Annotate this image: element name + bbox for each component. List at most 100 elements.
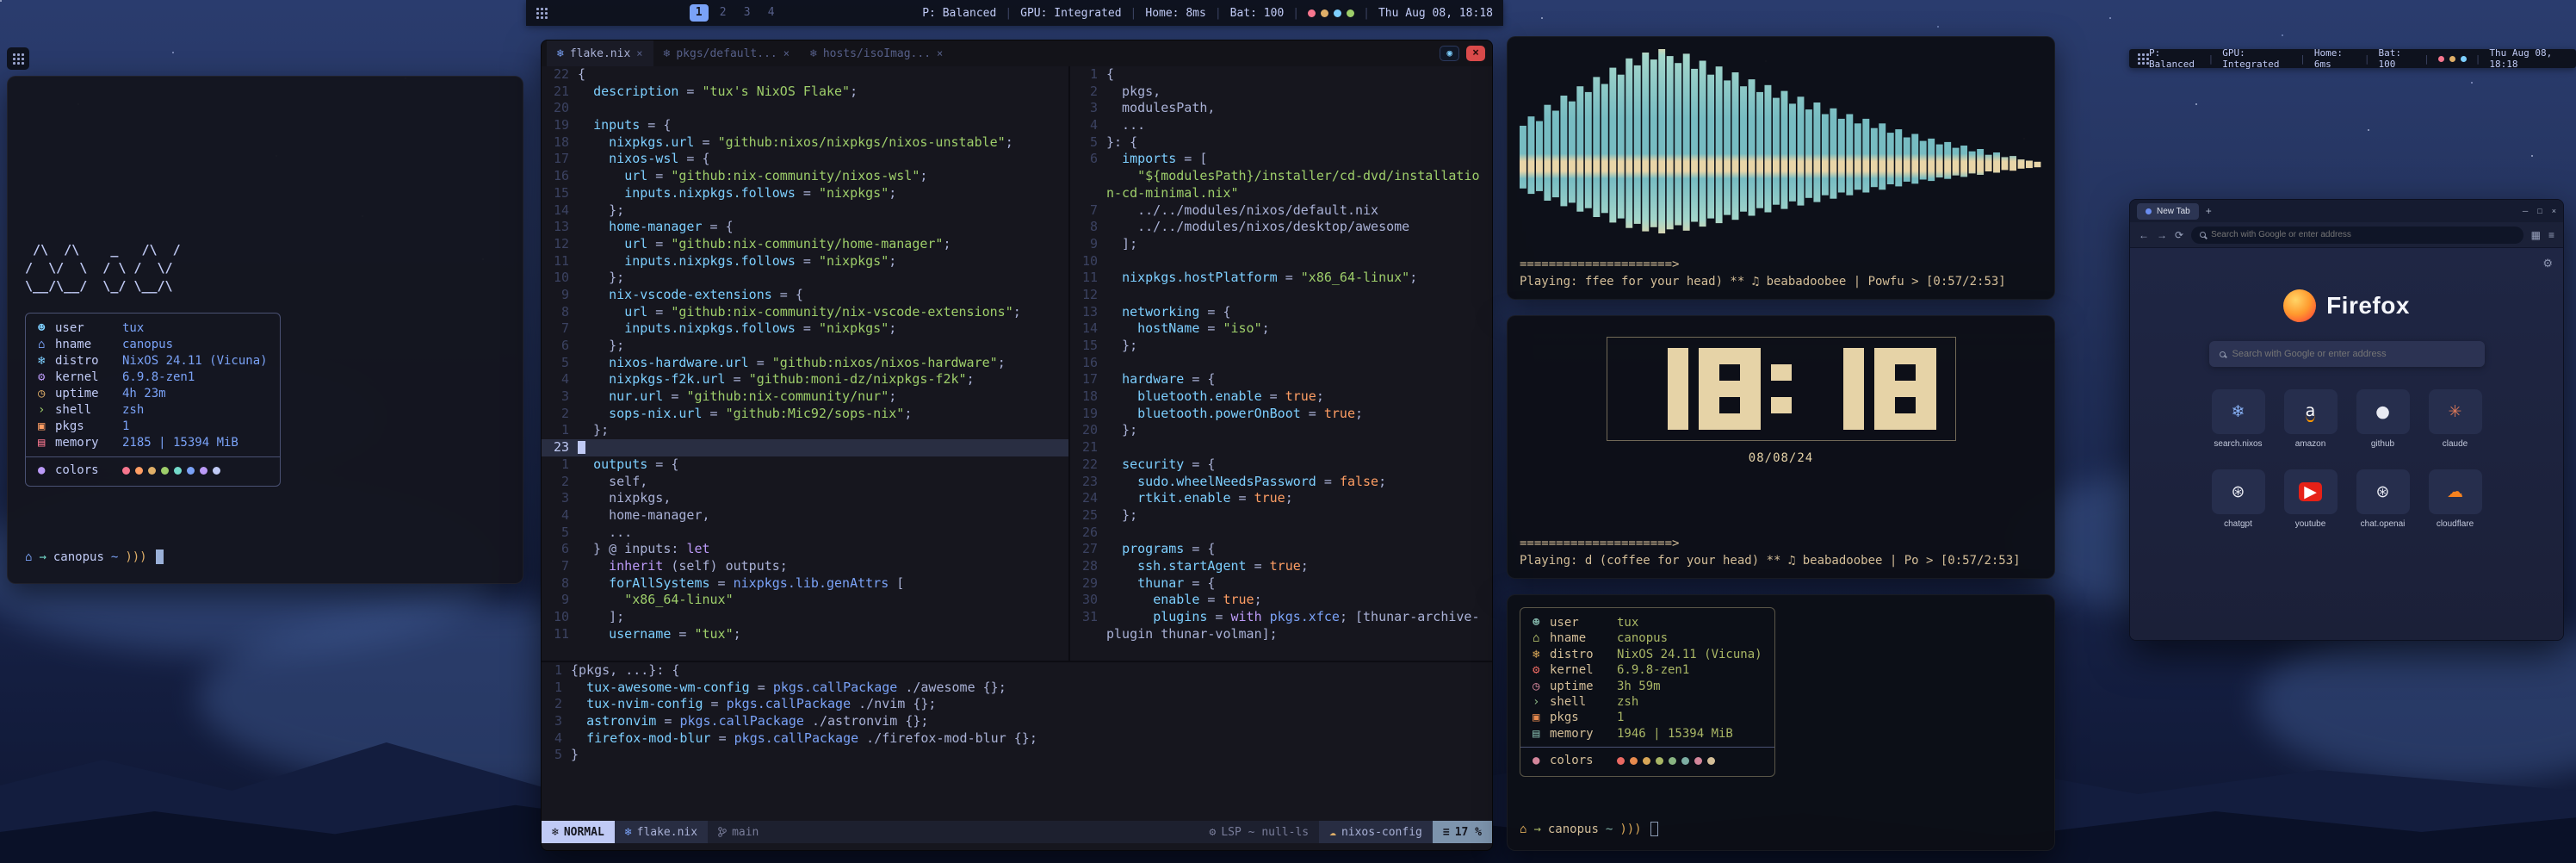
tab-close-icon[interactable]: × xyxy=(937,47,943,59)
pane-pkgs-default[interactable]: 1{pkgs, ...}: {1 tux-awesome-wm-config =… xyxy=(542,661,1492,821)
command-line xyxy=(542,843,1492,850)
shortcut-tile[interactable]: ●github xyxy=(2356,389,2410,449)
close-icon[interactable]: × xyxy=(1466,46,1485,61)
prompt-host: canopus xyxy=(53,550,104,564)
pane-iso-image[interactable]: 1{2 pkgs,3 modulesPath,4 ...5}: {6 impor… xyxy=(1068,66,1492,661)
fetch-label: uptime xyxy=(1550,679,1617,694)
fetch-value: 4h 23m xyxy=(122,386,166,402)
prompt-arrow: → xyxy=(1533,823,1540,836)
fetch-value: NixOS 24.11 (Vicuna) xyxy=(1617,647,1762,662)
lsp-segment: ⚙LSP ~ null-ls xyxy=(1199,826,1320,839)
separator: | xyxy=(1215,7,1222,20)
shortcut-grid: ❄search.nixos aamazon ●github ✳claude ⊛chatg… xyxy=(2212,389,2482,529)
bluetooth-icon[interactable] xyxy=(1347,9,1354,17)
line-number: 1 xyxy=(542,456,578,474)
shortcut-tile[interactable]: ❄search.nixos xyxy=(2212,389,2265,449)
tab-title: New Tab xyxy=(2157,207,2190,216)
line-number: 13 xyxy=(1070,304,1106,321)
project-label: nixos-config xyxy=(1341,826,1422,839)
firefox-brand: Firefox xyxy=(2283,289,2410,322)
eye-icon[interactable]: ◉ xyxy=(1440,46,1459,61)
tile-box: ▶ xyxy=(2284,469,2338,514)
line-number: 11 xyxy=(542,253,578,270)
shortcut-tile[interactable]: aamazon xyxy=(2284,389,2338,449)
desktop: 1234 P: Balanced|GPU: Integrated|Home: 8… xyxy=(0,0,2576,863)
editor-tab[interactable]: ❄flake.nix× xyxy=(547,40,653,66)
apps-launcher-icon[interactable] xyxy=(2138,53,2149,65)
address-input[interactable] xyxy=(2211,230,2515,239)
new-tab-button[interactable]: + xyxy=(2206,205,2212,217)
tab-favicon xyxy=(2146,208,2152,214)
firefox-logo xyxy=(2283,289,2316,322)
extensions-icon[interactable]: ▦ xyxy=(2531,229,2541,241)
menu-icon[interactable]: ≡ xyxy=(2548,229,2554,241)
code-line: 2 pkgs, xyxy=(1070,84,1492,101)
workspace-button[interactable]: 3 xyxy=(738,4,757,22)
apps-launcher-icon[interactable] xyxy=(536,8,548,19)
code-line: 7 ../../modules/nixos/default.nix xyxy=(1070,202,1492,220)
separator: | xyxy=(1005,7,1012,20)
network-icon[interactable] xyxy=(2461,56,2467,62)
line-number xyxy=(1070,626,1106,643)
fetch-row: ▣pkgs1 xyxy=(1533,710,1762,725)
line-number: 3 xyxy=(542,713,571,730)
settings-gear-icon[interactable]: ⚙ xyxy=(2542,257,2553,270)
code-line: 6 } @ inputs: let xyxy=(542,541,1068,558)
line-number: 15 xyxy=(542,185,578,202)
address-bar[interactable] xyxy=(2191,227,2523,244)
newtab-search-bar[interactable] xyxy=(2209,341,2485,367)
search-input[interactable] xyxy=(2232,349,2474,359)
progress-arrow: =====================> xyxy=(1520,256,2042,273)
close-icon[interactable]: × xyxy=(2552,207,2556,215)
record-icon[interactable] xyxy=(1308,9,1316,17)
shortcut-tile[interactable]: ✳claude xyxy=(2429,389,2482,449)
line-number: 2 xyxy=(1070,84,1106,101)
volume-icon[interactable] xyxy=(2449,56,2455,62)
maximize-icon[interactable]: □ xyxy=(2537,207,2542,215)
line-number: 23 xyxy=(542,439,578,456)
workspace-button[interactable]: 4 xyxy=(762,4,781,22)
workspace-button[interactable]: 2 xyxy=(714,4,733,22)
fetch-row: ❄distroNixOS 24.11 (Vicuna) xyxy=(1533,647,1762,662)
tab-close-icon[interactable]: × xyxy=(636,47,642,59)
shortcut-tile[interactable]: ▶youtube xyxy=(2284,469,2338,529)
code-line: 22 security = { xyxy=(1070,456,1492,474)
terminal-window-left: /\ /\ _ /\ / / \/ \ / \ / \/ \__/\__/ \_… xyxy=(7,76,523,584)
line-number: 24 xyxy=(1070,490,1106,507)
bar-clock: Thu Aug 08, 18:18 xyxy=(2489,47,2567,70)
refresh-icon[interactable]: ⟳ xyxy=(2175,229,2183,241)
editor-tab[interactable]: ❄hosts/isoImag...× xyxy=(800,40,953,66)
volume-icon[interactable] xyxy=(1321,9,1328,17)
line-number: 19 xyxy=(1070,406,1106,423)
code-line: 10 }; xyxy=(542,270,1068,287)
line-number: 17 xyxy=(1070,371,1106,388)
fetch-row: ☻usertux xyxy=(1533,615,1762,630)
line-number: 1 xyxy=(1070,66,1106,84)
minimize-icon[interactable]: ─ xyxy=(2523,207,2528,215)
line-number: 14 xyxy=(542,202,578,220)
forward-icon[interactable]: → xyxy=(2157,229,2167,241)
line-number: 22 xyxy=(542,66,578,84)
line-number: 7 xyxy=(542,558,578,575)
shortcut-tile[interactable]: ⊛chatgpt xyxy=(2212,469,2265,529)
mini-launcher-tile[interactable] xyxy=(7,47,29,70)
back-icon[interactable]: ← xyxy=(2139,229,2149,241)
fetch-label: pkgs xyxy=(1550,710,1617,725)
shortcut-tile[interactable]: ☁cloudflare xyxy=(2429,469,2482,529)
line-number: 12 xyxy=(542,236,578,253)
progress-segment: ≡17 % xyxy=(1433,821,1492,843)
record-icon[interactable] xyxy=(2438,56,2444,62)
user-icon: ☻ xyxy=(38,320,55,337)
pane-flake-nix[interactable]: 22{21 description = "tux's NixOS Flake";… xyxy=(542,66,1068,661)
browser-tab[interactable]: New Tab xyxy=(2137,203,2199,220)
shortcut-tile[interactable]: ⊛chat.openai xyxy=(2356,469,2410,529)
network-icon[interactable] xyxy=(1334,9,1341,17)
editor-tab[interactable]: ❄pkgs/default...× xyxy=(653,40,800,66)
tab-close-icon[interactable]: × xyxy=(783,47,790,59)
code-line: 4 nixpkgs-f2k.url = "github:moni-dz/nixp… xyxy=(542,371,1068,388)
workspace-button[interactable]: 1 xyxy=(690,4,709,22)
code-line: 18 nixpkgs.url = "github:nixos/nixpkgs/n… xyxy=(542,134,1068,152)
code-line: 8 ../../modules/nixos/desktop/awesome xyxy=(1070,219,1492,236)
line-number xyxy=(1070,185,1106,202)
kernel-icon: ⚙ xyxy=(1533,662,1550,678)
